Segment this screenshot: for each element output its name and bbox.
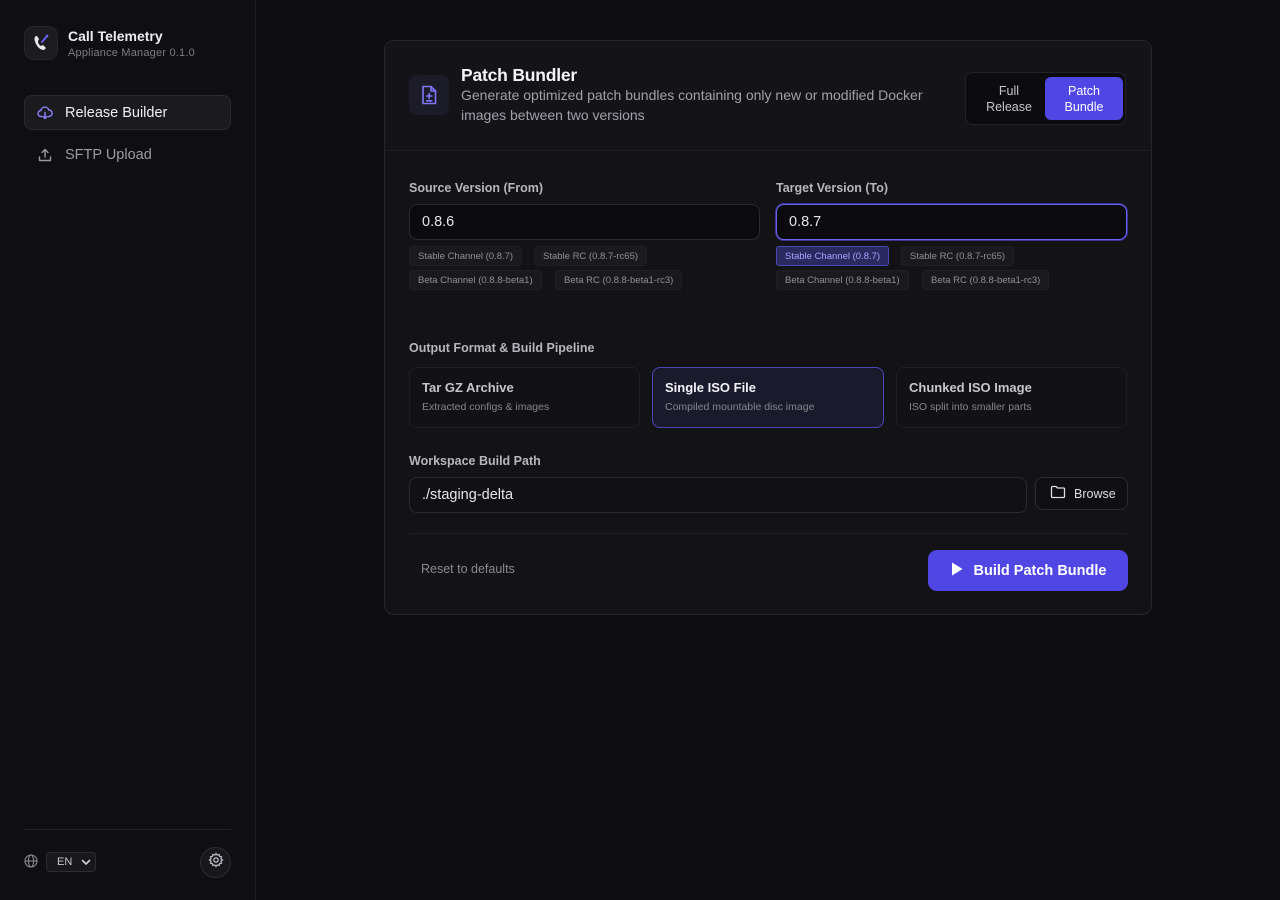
sidebar-item-sftp-upload[interactable]: SFTP Upload (24, 137, 231, 172)
source-chip-stable-channel[interactable]: Stable Channel (0.8.7) (409, 246, 523, 266)
output-option-single-iso[interactable]: Single ISO File Compiled mountable disc … (652, 367, 884, 428)
cloud-download-icon (37, 105, 53, 121)
sidebar: Call Telemetry Appliance Manager 0.1.0 R… (0, 0, 256, 900)
source-version-input[interactable]: 0.8.6 (409, 204, 760, 240)
sidebar-item-label: Release Builder (65, 104, 168, 121)
gear-icon (207, 852, 224, 873)
output-option-chunked-iso[interactable]: Chunked ISO Image ISO split into smaller… (896, 367, 1127, 428)
folder-icon (1050, 485, 1074, 502)
browse-label: Browse (1074, 486, 1116, 501)
app-subtitle: Appliance Manager 0.1.0 (68, 46, 195, 59)
build-patch-bundle-button[interactable]: Build Patch Bundle (928, 550, 1128, 591)
build-label: Build Patch Bundle (973, 562, 1107, 579)
play-icon (950, 561, 974, 581)
option-subtitle: Extracted configs & images (422, 401, 550, 413)
mode-toggle: Full Release Patch Bundle (965, 72, 1126, 125)
option-title: Chunked ISO Image (909, 380, 1032, 395)
target-chip-beta-rc[interactable]: Beta RC (0.8.8-beta1-rc3) (922, 270, 1050, 290)
language-select[interactable]: EN (46, 852, 96, 872)
source-version-value: 0.8.6 (422, 214, 455, 230)
sidebar-item-release-builder[interactable]: Release Builder (24, 95, 231, 130)
source-chip-beta-channel[interactable]: Beta Channel (0.8.8-beta1) (409, 270, 542, 290)
browse-button[interactable]: Browse (1035, 477, 1128, 510)
mode-full-release-button[interactable]: Full Release (970, 77, 1048, 120)
sidebar-item-label: SFTP Upload (65, 146, 152, 163)
page-title: Patch Bundler (461, 65, 578, 85)
workspace-path-value: ./staging-delta (422, 487, 514, 503)
settings-button[interactable] (200, 847, 231, 878)
option-subtitle: ISO split into smaller parts (909, 401, 1032, 413)
option-subtitle: Compiled mountable disc image (665, 401, 815, 413)
sidebar-footer: EN (24, 829, 231, 900)
target-version-input[interactable]: 0.8.7 (776, 204, 1127, 240)
page-description: Generate optimized patch bundles contain… (461, 87, 923, 123)
upload-icon (37, 147, 53, 163)
target-chip-stable-rc[interactable]: Stable RC (0.8.7-rc65) (901, 246, 1015, 266)
target-version-label: Target Version (To) (776, 181, 889, 195)
output-option-tar-gz[interactable]: Tar GZ Archive Extracted configs & image… (409, 367, 640, 428)
sidebar-nav: Release Builder SFTP Upload (24, 95, 231, 179)
chevron-down-icon (80, 856, 92, 871)
divider (409, 533, 1127, 534)
mode-patch-bundle-button[interactable]: Patch Bundle (1045, 77, 1123, 120)
globe-icon (24, 854, 38, 868)
mode-label-line2: Release (986, 99, 1032, 114)
target-version-value: 0.8.7 (789, 214, 822, 230)
phone-icon (24, 26, 58, 60)
target-chip-beta-channel[interactable]: Beta Channel (0.8.8-beta1) (776, 270, 909, 290)
mode-label-line1: Full (998, 83, 1020, 98)
mode-label-line1: Patch (1068, 83, 1100, 98)
patch-bundler-card: Patch Bundler Generate optimized patch b… (384, 40, 1152, 615)
workspace-path-label: Workspace Build Path (409, 454, 541, 468)
source-version-label: Source Version (From) (409, 181, 544, 195)
target-chip-stable-channel[interactable]: Stable Channel (0.8.7) (776, 246, 890, 266)
language-value: EN (57, 856, 73, 868)
file-plus-icon (409, 75, 449, 115)
brand: Call Telemetry Appliance Manager 0.1.0 (24, 26, 195, 60)
source-chip-stable-rc[interactable]: Stable RC (0.8.7-rc65) (534, 246, 648, 266)
reset-defaults-button[interactable]: Reset to defaults (421, 562, 515, 576)
output-format-label: Output Format & Build Pipeline (409, 341, 595, 355)
source-chip-beta-rc[interactable]: Beta RC (0.8.8-beta1-rc3) (555, 270, 683, 290)
app-title: Call Telemetry (68, 27, 163, 44)
workspace-path-input[interactable]: ./staging-delta (409, 477, 1027, 513)
card-header: Patch Bundler Generate optimized patch b… (385, 41, 1151, 151)
option-title: Tar GZ Archive (422, 380, 514, 395)
option-title: Single ISO File (665, 380, 757, 395)
mode-label-line2: Bundle (1064, 99, 1104, 114)
